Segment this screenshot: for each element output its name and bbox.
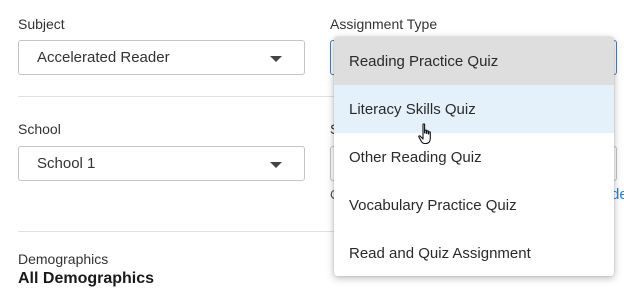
chevron-down-icon xyxy=(270,56,282,62)
option-reading-practice-quiz[interactable]: Reading Practice Quiz xyxy=(334,37,614,85)
option-read-and-quiz-assignment[interactable]: Read and Quiz Assignment xyxy=(334,229,614,276)
hand-pointer-icon xyxy=(418,123,431,145)
demographics-value[interactable]: All Demographics xyxy=(18,270,154,288)
option-other-reading-quiz[interactable]: Other Reading Quiz xyxy=(334,133,614,181)
demographics-label: Demographics xyxy=(18,251,109,267)
option-literacy-skills-quiz[interactable]: Literacy Skills Quiz xyxy=(334,85,614,133)
school-label: School xyxy=(18,121,61,137)
school-select[interactable]: School 1 xyxy=(18,146,305,181)
option-vocabulary-practice-quiz[interactable]: Vocabulary Practice Quiz xyxy=(334,181,614,229)
assignment-type-label: Assignment Type xyxy=(330,16,438,32)
divider xyxy=(18,96,334,97)
subject-label: Subject xyxy=(18,16,65,32)
school-select-value: School 1 xyxy=(37,155,96,172)
assignment-type-dropdown-menu: Reading Practice Quiz Literacy Skills Qu… xyxy=(334,37,614,276)
subject-select[interactable]: Accelerated Reader xyxy=(18,40,305,75)
chevron-down-icon xyxy=(270,162,282,168)
divider xyxy=(18,231,334,232)
assignment-filter-panel: Subject Accelerated Reader Assignment Ty… xyxy=(0,0,624,288)
subject-select-value: Accelerated Reader xyxy=(37,49,170,66)
